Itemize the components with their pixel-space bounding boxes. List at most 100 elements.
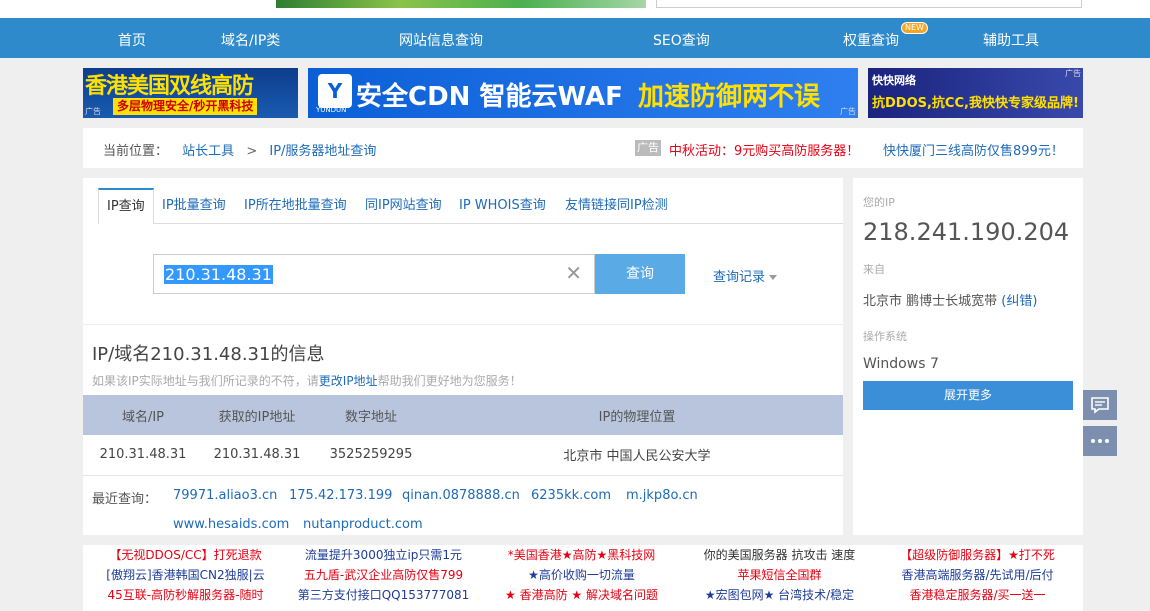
- tab-ip-query[interactable]: IP查询: [98, 188, 154, 225]
- ip-result-table: 域名/IP 获取的IP地址 数字地址 IP的物理位置 210.31.48.31 …: [83, 395, 843, 476]
- table-cell-physical-location: 北京市 中国人民公安大学: [431, 435, 843, 476]
- text-ad-link[interactable]: 【超级防御服务器】★打不死: [880, 545, 1075, 565]
- recent-queries-label: 最近查询：: [92, 492, 158, 507]
- ad-banner-kuaikuai[interactable]: 快快网络 抗DDOS,抗CC,我快快专家级品牌! 广告: [868, 68, 1083, 118]
- top-search-input[interactable]: [656, 0, 1082, 8]
- ad-banner-highlight: 加速防御两不误: [638, 82, 821, 112]
- text-ad-column: 【超级防御服务器】★打不死 香港高端服务器/先试用/后付 香港稳定服务器/买一送…: [880, 545, 1075, 605]
- text-ad-link[interactable]: ★高价收购一切流量: [484, 565, 679, 585]
- nav-item-home[interactable]: 首页: [118, 30, 146, 50]
- ad-mark: 广告: [840, 107, 856, 116]
- recent-query-link[interactable]: 6235kk.com: [531, 488, 611, 503]
- more-dots-icon: [1091, 439, 1109, 443]
- promo-link-midautumn[interactable]: 中秋活动：9元购买高防服务器！: [669, 140, 859, 159]
- breadcrumb-bar: 当前位置： 站长工具 > IP/服务器地址查询 广告 中秋活动：9元购买高防服务…: [83, 128, 1083, 168]
- text-ad-link[interactable]: 香港高端服务器/先试用/后付: [880, 565, 1075, 585]
- ad-mark: 广告: [1065, 69, 1081, 78]
- top-banner-image[interactable]: [276, 0, 646, 8]
- info-note: 如果该IP实际地址与我们所记录的不符，请更改IP地址帮助我们更好地为您服务！: [92, 372, 522, 389]
- table-cell-domain-ip: 210.31.48.31: [83, 435, 203, 476]
- table-header-obtained-ip: 获取的IP地址: [203, 395, 311, 435]
- main-panel: IP查询 IP批量查询 IP所在地批量查询 同IP网站查询 IP WHOIS查询…: [83, 178, 843, 535]
- tab-ip-whois[interactable]: IP WHOIS查询: [459, 188, 546, 224]
- nav-item-tools[interactable]: 辅助工具: [983, 30, 1039, 50]
- text-ad-link[interactable]: *美国香港★高防★黑科技网: [484, 545, 679, 565]
- nav-item-seo[interactable]: SEO查询: [653, 30, 710, 50]
- text-ad-link[interactable]: 第三方支付接口QQ153777081: [286, 585, 481, 605]
- new-badge: NEW: [901, 22, 928, 34]
- text-ad-link[interactable]: 五九盾-武汉企业高防仅售799: [286, 565, 481, 585]
- main-nav: 首页 域名/IP类 网站信息查询 SEO查询 权重查询 NEW 辅助工具: [0, 18, 1150, 58]
- caret-down-icon: [769, 275, 778, 280]
- ad-banner-title: 香港美国双线高防: [85, 74, 254, 99]
- text-ad-column: *美国香港★高防★黑科技网 ★高价收购一切流量 ★ 香港高防 ★ 解决域名问题: [484, 545, 679, 605]
- breadcrumb-prefix: 当前位置：: [103, 144, 169, 159]
- breadcrumb-home-link[interactable]: 站长工具: [182, 144, 234, 159]
- recent-query-link[interactable]: m.jkp8o.cn: [626, 488, 698, 503]
- promo-link-xiamen[interactable]: 快快厦门三线高防仅售899元！: [883, 140, 1064, 159]
- query-button[interactable]: 查询: [595, 254, 685, 294]
- query-history-label: 查询记录: [713, 270, 766, 285]
- yundun-logo-icon: Y: [318, 74, 352, 108]
- tab-bar: IP查询 IP批量查询 IP所在地批量查询 同IP网站查询 IP WHOIS查询…: [98, 188, 843, 225]
- table-header-physical-location: IP的物理位置: [431, 395, 843, 435]
- tab-same-ip-sites[interactable]: 同IP网站查询: [365, 188, 442, 224]
- expand-more-button[interactable]: 展开更多: [863, 381, 1073, 410]
- correct-link[interactable]: (纠错): [1001, 294, 1037, 309]
- ad-banner-subtitle: 多层物理安全/秒开黑科技: [113, 98, 258, 115]
- ip-search-input[interactable]: 210.31.48.31 ✕: [153, 254, 595, 294]
- change-ip-link[interactable]: 更改IP地址: [319, 374, 378, 388]
- recent-query-link[interactable]: qinan.0878888.cn: [402, 488, 520, 503]
- query-history-dropdown[interactable]: 查询记录: [713, 266, 778, 285]
- search-row: 210.31.48.31 ✕ 查询 查询记录: [83, 224, 843, 324]
- text-ad-link[interactable]: 流量提升3000独立ip只需1元: [286, 545, 481, 565]
- text-ad-link[interactable]: 香港稳定服务器/买一送一: [880, 585, 1075, 605]
- more-options-button[interactable]: [1083, 426, 1117, 456]
- your-ip-label: 您的IP: [863, 196, 895, 209]
- recent-query-link[interactable]: 175.42.173.199: [289, 488, 392, 503]
- text-ad-link[interactable]: ★ 香港高防 ★ 解决域名问题: [484, 585, 679, 605]
- text-ad-link[interactable]: 【无视DDOS/CC】打死退款: [88, 545, 283, 565]
- ad-banner-title: 安全CDN 智能云WAF: [356, 82, 623, 112]
- top-strip: [0, 0, 1150, 18]
- bottom-text-ads: 【无视DDOS/CC】打死退款 [傲翔云]香港韩国CN2独服|云 45互联-高防…: [83, 545, 1083, 611]
- tab-ip-batch[interactable]: IP批量查询: [162, 188, 226, 224]
- ad-brand: 快快网络: [872, 74, 916, 87]
- table-cell-numeric-address: 3525259295: [311, 435, 431, 476]
- recent-query-link[interactable]: www.hesaids.com: [173, 517, 289, 532]
- nav-item-weight-label: 权重查询: [843, 33, 899, 49]
- info-note-text: 如果该IP实际地址与我们所记录的不符，请: [92, 374, 319, 388]
- breadcrumb-current[interactable]: IP/服务器地址查询: [269, 144, 376, 159]
- table-header-row: 域名/IP 获取的IP地址 数字地址 IP的物理位置: [83, 395, 843, 435]
- breadcrumb-separator: >: [246, 144, 258, 159]
- ad-banner-hk-us[interactable]: 香港美国双线高防 多层物理安全/秒开黑科技 广告: [83, 68, 298, 118]
- feedback-button[interactable]: [1083, 390, 1117, 420]
- ad-tag: 广告: [635, 140, 661, 156]
- table-cell-obtained-ip: 210.31.48.31: [203, 435, 311, 476]
- recent-query-link[interactable]: 79971.aliao3.cn: [173, 488, 277, 503]
- recent-query-link[interactable]: nutanproduct.com: [303, 517, 423, 532]
- nav-item-weight[interactable]: 权重查询 NEW: [843, 22, 928, 50]
- breadcrumb: 当前位置： 站长工具 > IP/服务器地址查询: [103, 140, 376, 159]
- tab-friendlink-ip-check[interactable]: 友情链接同IP检测: [565, 188, 668, 224]
- info-note-text-after: 帮助我们更好地为您服务！: [377, 374, 522, 388]
- tab-ip-location-batch[interactable]: IP所在地批量查询: [244, 188, 347, 224]
- info-title: IP/域名210.31.48.31的信息: [92, 344, 325, 365]
- from-label: 来自: [863, 263, 885, 276]
- text-ad-link[interactable]: 你的美国服务器 抗攻击 速度: [682, 545, 877, 565]
- text-ad-link[interactable]: ★宏图包网★ 台湾技术/稳定: [682, 585, 877, 605]
- clear-icon[interactable]: ✕: [565, 262, 582, 284]
- your-ip-value: 218.241.190.204: [863, 218, 1070, 246]
- ad-banner-yundun[interactable]: Y YUNDUN 安全CDN 智能云WAF 加速防御两不误 广告: [308, 68, 858, 118]
- text-ad-link[interactable]: [傲翔云]香港韩国CN2独服|云: [88, 565, 283, 585]
- your-ip-panel: 您的IP 218.241.190.204 来自 北京市 鹏博士长城宽带 (纠错)…: [853, 178, 1083, 535]
- os-label: 操作系统: [863, 330, 907, 343]
- text-ad-column: 流量提升3000独立ip只需1元 五九盾-武汉企业高防仅售799 第三方支付接口…: [286, 545, 481, 605]
- text-ad-column: 【无视DDOS/CC】打死退款 [傲翔云]香港韩国CN2独服|云 45互联-高防…: [88, 545, 283, 605]
- nav-item-domain-ip[interactable]: 域名/IP类: [221, 30, 280, 50]
- nav-item-site-info[interactable]: 网站信息查询: [399, 30, 483, 50]
- text-ad-link[interactable]: 苹果短信全国群: [682, 565, 877, 585]
- text-ad-link[interactable]: 45互联-高防秒解服务器-随时: [88, 585, 283, 605]
- divider: [83, 324, 843, 325]
- chat-icon: [1091, 397, 1109, 414]
